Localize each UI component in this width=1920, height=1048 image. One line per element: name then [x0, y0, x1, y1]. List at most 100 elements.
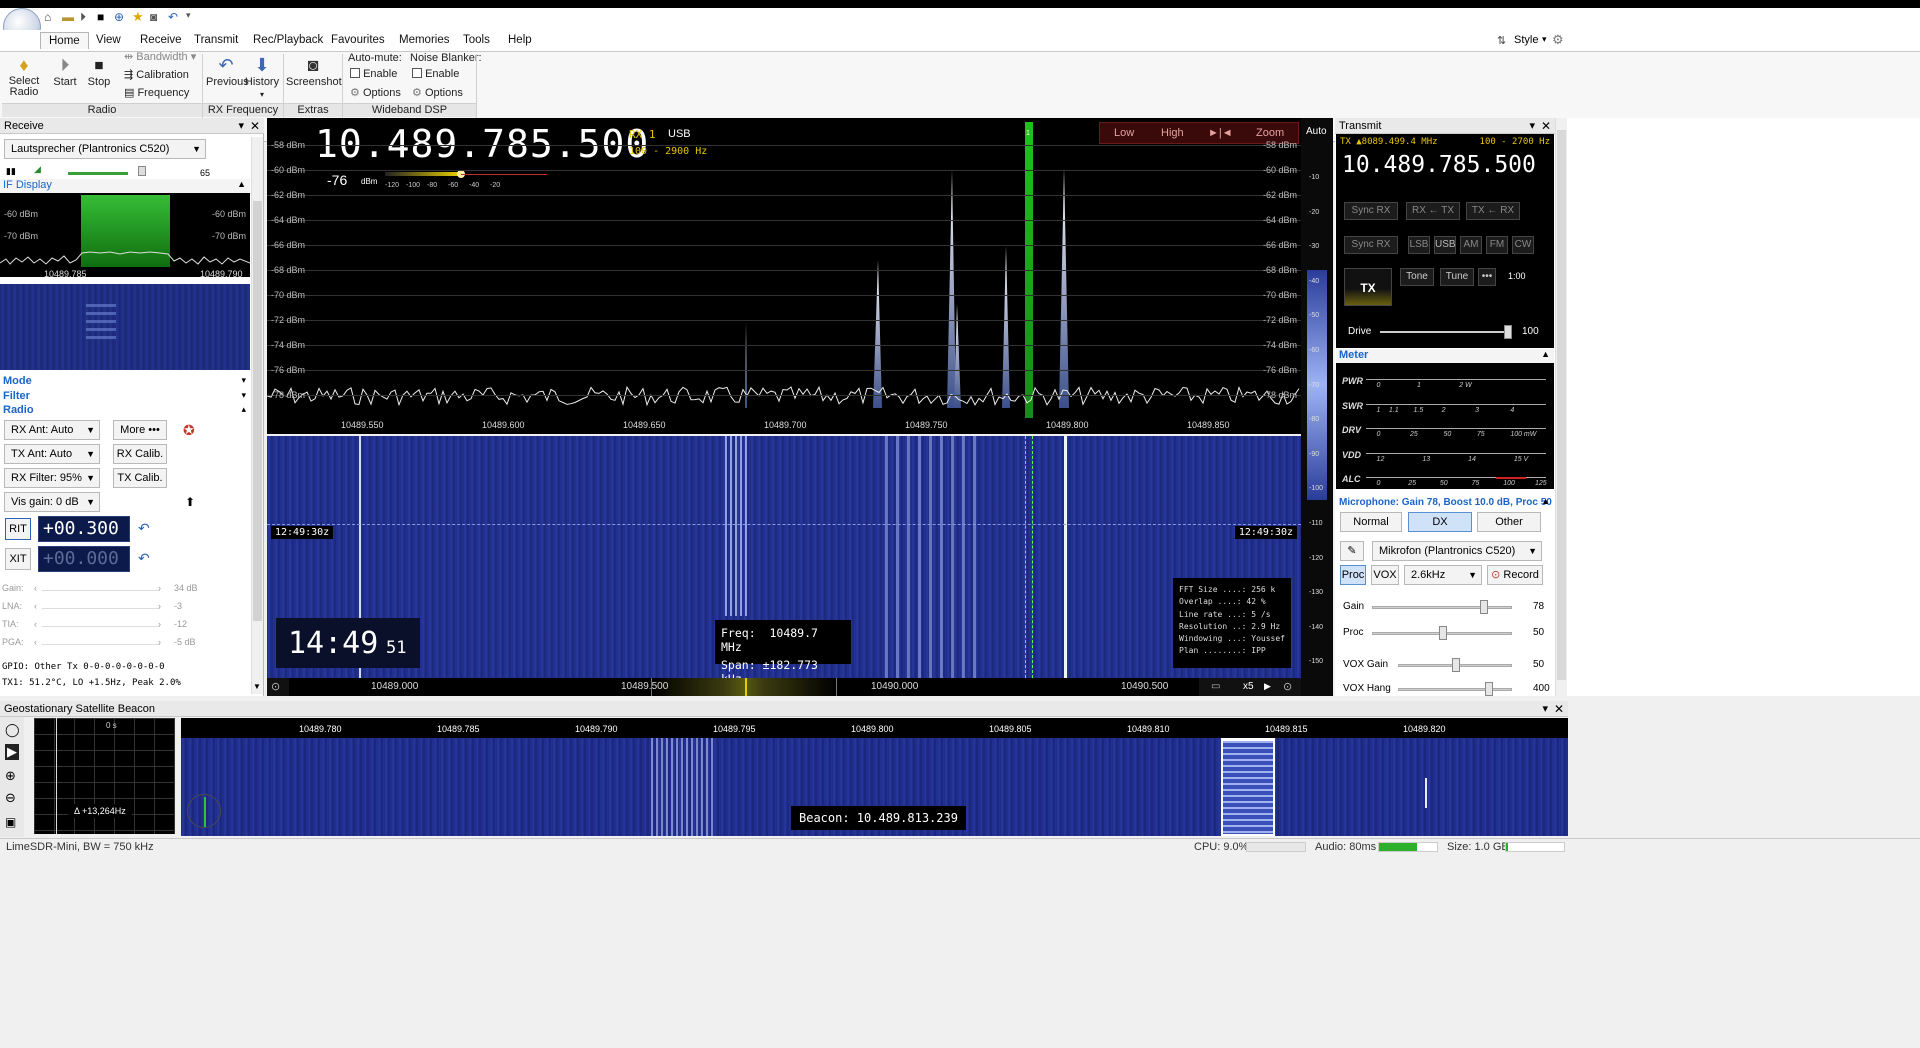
tx-calib-button[interactable]: TX Calib. [113, 468, 167, 488]
scrollbar-thumb[interactable] [1557, 130, 1566, 680]
slider-vox-gain[interactable] [1398, 658, 1512, 672]
xit-reset-icon[interactable]: ↶ [138, 550, 150, 567]
wideband-axis[interactable]: 10489.000 10489.500 10490.000 10490.500 [289, 678, 1199, 696]
pga-row[interactable]: PGA: ‹ › -5 dB [2, 637, 247, 655]
microphone-header[interactable]: Microphone: Gain 78, Boost 10.0 dB, Proc… [1336, 496, 1554, 510]
profile-normal-button[interactable]: Normal [1340, 512, 1402, 532]
start-button[interactable]: ⏵ Start [50, 54, 80, 88]
history-button[interactable]: ⬇ History ▾ [244, 54, 280, 100]
customize-icon[interactable]: ▾ [186, 10, 191, 21]
drive-slider[interactable] [1380, 325, 1512, 339]
waterfall-display[interactable]: 12:49:30z 12:49:30z 14:49 51 Freq: 10489.… [267, 436, 1301, 678]
receive-scrollbar[interactable]: ▼ [251, 137, 263, 694]
beacon-display[interactable]: 10489.780 10489.785 10489.790 10489.795 1048… [181, 718, 1568, 836]
screenshot-button[interactable]: ◙ Screenshot [286, 54, 342, 88]
vox-button[interactable]: VOX [1371, 565, 1399, 585]
automute-enable[interactable]: Enable [350, 68, 397, 80]
rit-reset-icon[interactable]: ↶ [138, 520, 150, 537]
drive-slider-thumb[interactable] [1504, 325, 1512, 339]
calibration-button[interactable]: ⇶ Calibration [124, 68, 189, 81]
previous-button[interactable]: ↶ Previous [206, 54, 249, 88]
slider-vox-hang[interactable] [1398, 682, 1512, 696]
sync-rx-button[interactable]: Sync RX [1344, 202, 1398, 220]
pin-icon[interactable]: ▾ [1542, 701, 1548, 717]
tx-ant-select[interactable]: TX Ant: Auto ▼ [4, 444, 100, 464]
tab-transmit[interactable]: Transmit [194, 34, 238, 46]
select-radio-button[interactable]: ♦ Select Radio [6, 54, 42, 98]
filter-section[interactable]: Filter ▾ [0, 390, 250, 402]
slider-gain[interactable] [1372, 600, 1512, 614]
xit-button[interactable]: XIT [5, 548, 31, 570]
close-icon[interactable]: ✕ [1541, 118, 1551, 134]
frequency-axis[interactable]: 10489.550 10489.600 10489.650 10489.700 1048… [267, 418, 1301, 432]
scroll-right-icon[interactable]: ⊙ [1283, 680, 1292, 693]
frequency-button[interactable]: ▤ Frequency [124, 86, 189, 99]
tab-rec-playback[interactable]: Rec/Playback [253, 34, 323, 46]
if-display-header[interactable]: IF Display ▲ [0, 179, 250, 193]
collapse-icon[interactable]: ▴ [241, 404, 246, 415]
vis-gain-select[interactable]: Vis gain: 0 dB ▼ [4, 492, 100, 512]
tab-receive[interactable]: Receive [140, 34, 182, 46]
tx-from-rx-button[interactable]: TX ← RX [1466, 202, 1520, 220]
beacon-lock-box[interactable] [1221, 738, 1275, 836]
save-icon[interactable]: ▣ [5, 815, 16, 829]
mode-lsb-button[interactable]: LSB [1408, 236, 1430, 254]
radio-section[interactable]: Radio ▴ [0, 404, 250, 416]
style-menu[interactable]: Style [1514, 34, 1538, 46]
tone-button[interactable]: Tone [1400, 268, 1434, 286]
noise-blanker-enable[interactable]: Enable [412, 68, 459, 80]
tab-view[interactable]: View [96, 34, 121, 46]
mode-fm-button[interactable]: FM [1486, 236, 1508, 254]
volume-slider-thumb[interactable] [138, 166, 146, 176]
stop-icon[interactable]: ■ [97, 10, 104, 24]
tune-button[interactable]: Tune [1440, 268, 1474, 286]
meter-header[interactable]: Meter ▲ [1336, 349, 1554, 363]
folder-icon[interactable]: ▬ [62, 10, 74, 24]
profile-other-button[interactable]: Other [1477, 512, 1541, 532]
proc-button[interactable]: Proc [1340, 565, 1366, 585]
zoom-in-icon[interactable]: ⊕ [5, 768, 16, 784]
noise-blanker-checkbox[interactable] [412, 68, 422, 78]
rx-from-tx-button[interactable]: RX ← TX [1406, 202, 1460, 220]
zoom-factor[interactable]: x5 [1243, 681, 1254, 692]
if-spectrum[interactable]: -60 dBm -60 dBm -70 dBm -70 dBm 10489.78… [0, 193, 250, 277]
scroll-down-icon[interactable]: ▼ [253, 682, 261, 691]
stop-button[interactable]: ⏹ Stop [84, 54, 114, 88]
tx-frequency[interactable]: 10.489.785.500 [1342, 152, 1536, 178]
rx-calib-button[interactable]: RX Calib. [113, 444, 167, 464]
tab-favourites[interactable]: Favourites [331, 34, 385, 46]
keyboard-icon[interactable]: ▭ [1211, 681, 1220, 692]
lifebuoy-icon[interactable]: ✪ [183, 422, 195, 439]
record-icon[interactable]: ◯ [5, 722, 20, 738]
collapse-icon[interactable]: ▲ [1541, 349, 1550, 359]
tab-home[interactable]: Home [40, 32, 89, 49]
wideband-bar[interactable]: ⊙ 10489.000 10489.500 10490.000 10490.500 ▭… [267, 678, 1301, 696]
microphone-settings-button[interactable]: ✎ [1340, 541, 1364, 561]
more-button[interactable]: More ••• [113, 420, 167, 440]
tab-help[interactable]: Help [508, 34, 532, 46]
audio-device-select[interactable]: Lautsprecher (Plantronics C520) ▼ [4, 139, 206, 159]
microphone-device-select[interactable]: Mikrofon (Plantronics C520) ▼ [1372, 541, 1542, 561]
mode-cw-button[interactable]: CW [1512, 236, 1534, 254]
gear-icon[interactable]: ⚙ [1552, 32, 1564, 48]
plus-icon[interactable]: ⊕ [114, 10, 124, 24]
tab-tools[interactable]: Tools [463, 34, 490, 46]
play-icon[interactable]: ⏵ [80, 10, 86, 25]
arrow-up-icon[interactable]: ⬆ [185, 495, 195, 509]
slider-thumb[interactable] [1480, 600, 1488, 614]
slider-thumb[interactable] [1452, 658, 1460, 672]
visible-range[interactable] [651, 678, 837, 696]
tab-memories[interactable]: Memories [399, 34, 449, 46]
mode-section[interactable]: Mode ▾ [0, 375, 250, 387]
star-icon[interactable]: ★ [132, 9, 144, 25]
xit-value[interactable]: +00.000 [38, 546, 130, 572]
rx-ant-select[interactable]: RX Ant: Auto ▼ [4, 420, 100, 440]
tx-bandwidth-select[interactable]: 2.6kHz ▼ [1404, 565, 1482, 585]
play-icon[interactable]: ▶ [5, 744, 19, 760]
pin-icon[interactable]: ▾ [1529, 118, 1535, 134]
auto-button[interactable]: Auto [1306, 126, 1327, 137]
automute-checkbox[interactable] [350, 68, 360, 78]
chevron-right-icon[interactable]: ▶ [1264, 681, 1271, 692]
more-tx-button[interactable]: ••• [1478, 268, 1496, 286]
collapse-icon[interactable]: ▲ [1541, 496, 1550, 506]
